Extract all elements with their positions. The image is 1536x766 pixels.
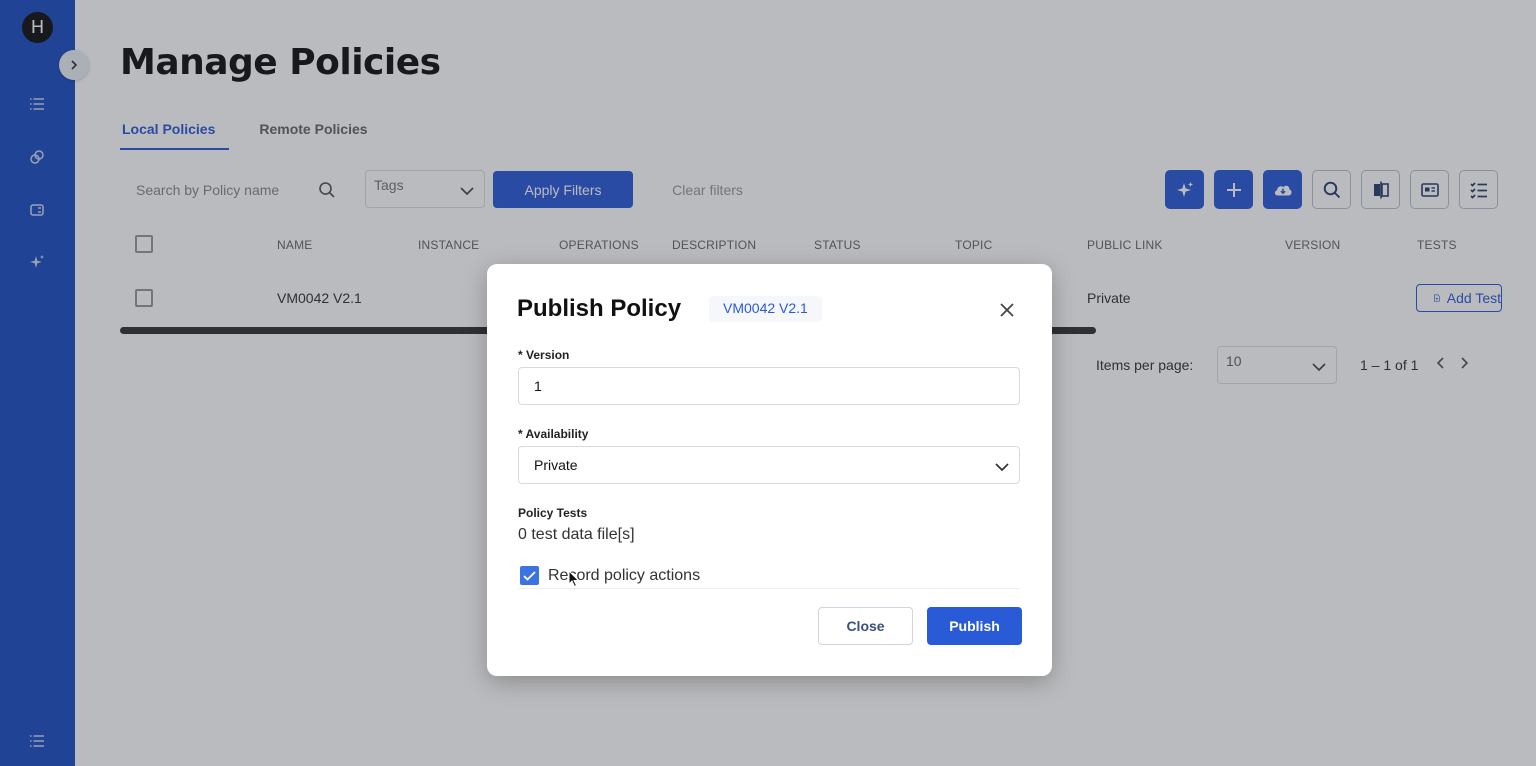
record-actions-checkbox[interactable]: [520, 566, 539, 585]
chevron-down-icon: [995, 459, 1009, 475]
check-icon: [523, 570, 536, 581]
policy-name-chip: VM0042 V2.1: [709, 296, 822, 322]
close-button[interactable]: Close: [818, 607, 913, 645]
publish-button[interactable]: Publish: [927, 607, 1022, 645]
dialog-title: Publish Policy: [517, 295, 682, 322]
availability-label: * Availability: [518, 427, 589, 441]
close-dialog-button[interactable]: [996, 299, 1018, 321]
publish-policy-dialog: Publish Policy VM0042 V2.1 * Version 1 *…: [487, 264, 1052, 676]
version-value: 1: [534, 378, 542, 394]
availability-select[interactable]: Private: [518, 446, 1020, 484]
version-label: * Version: [518, 348, 570, 362]
record-actions-row[interactable]: Record policy actions: [520, 566, 700, 585]
close-icon: [1000, 303, 1014, 317]
divider: [518, 588, 1020, 589]
availability-value: Private: [534, 457, 578, 473]
policy-tests-label: Policy Tests: [518, 506, 588, 520]
version-input[interactable]: 1: [518, 367, 1020, 405]
mouse-cursor-icon: [568, 569, 580, 593]
policy-tests-value: 0 test data file[s]: [518, 526, 635, 543]
